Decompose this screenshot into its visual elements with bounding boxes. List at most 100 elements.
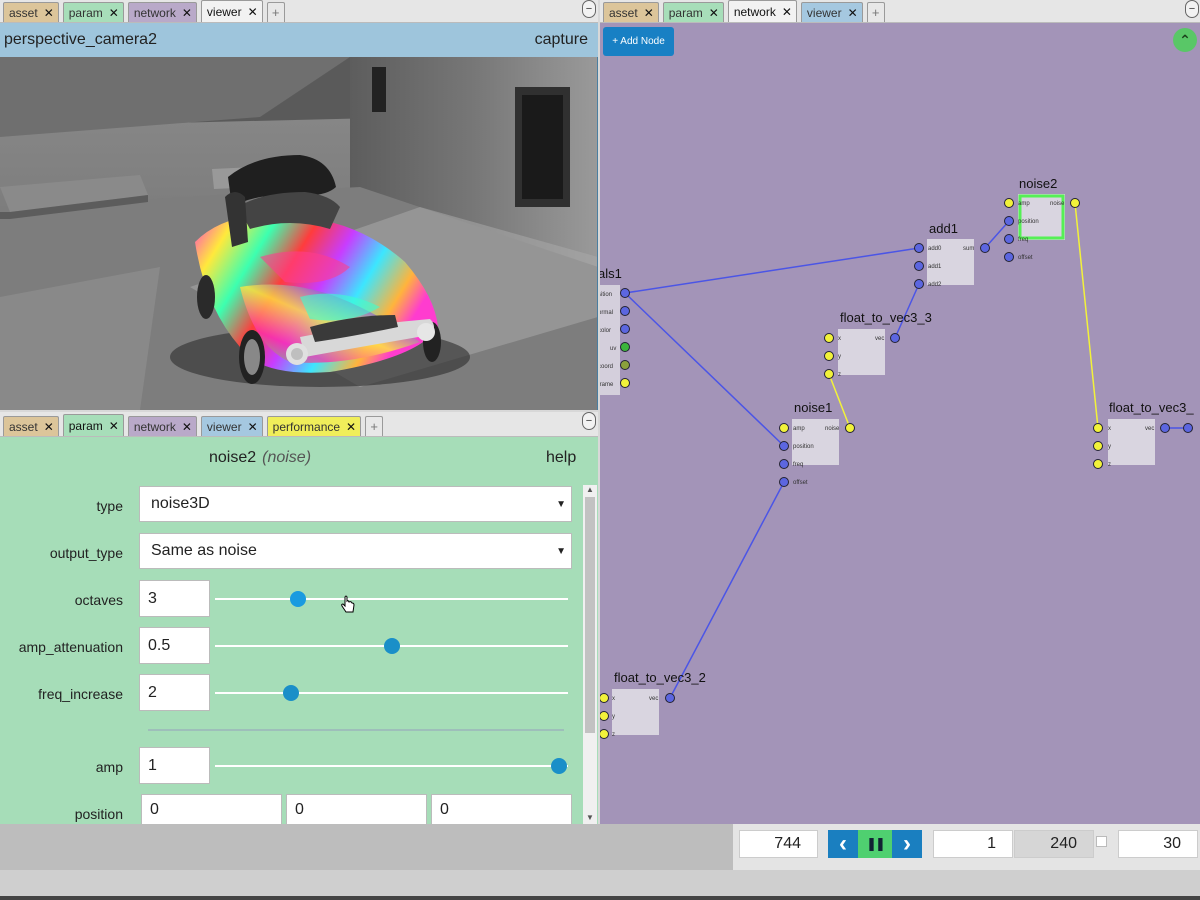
input-port[interactable]: [1093, 459, 1103, 469]
close-icon[interactable]: ✕: [109, 419, 119, 433]
freq-increase-input[interactable]: 2: [139, 674, 210, 711]
current-frame-input[interactable]: 744: [739, 830, 818, 858]
tab-network[interactable]: network ✕: [127, 416, 197, 436]
close-icon[interactable]: ✕: [248, 5, 258, 19]
input-port[interactable]: [779, 423, 789, 433]
node-float-to-vec3-2[interactable]: float_to_vec3_2 x y z vec: [600, 670, 706, 739]
output-port[interactable]: [620, 306, 630, 316]
input-port[interactable]: [824, 369, 834, 379]
scroll-up-icon[interactable]: ▲: [586, 485, 594, 494]
tab-asset[interactable]: asset ✕: [3, 416, 59, 436]
input-port[interactable]: [779, 459, 789, 469]
amp-slider-track[interactable]: [215, 758, 568, 774]
freq-increase-slider-track[interactable]: [215, 685, 568, 701]
tab-param[interactable]: param ✕: [62, 414, 124, 436]
output-port[interactable]: [845, 423, 855, 433]
end-frame-input[interactable]: 240: [1014, 830, 1094, 858]
fps-input[interactable]: 30: [1118, 830, 1198, 858]
input-port[interactable]: [779, 477, 789, 487]
output-port[interactable]: [890, 333, 900, 343]
position-z-input[interactable]: 0: [431, 794, 572, 824]
node-globals[interactable]: als1 sition ormal color uv coord frame: [600, 266, 630, 395]
output-port[interactable]: [620, 342, 630, 352]
close-icon[interactable]: ✕: [782, 5, 792, 19]
next-frame-button[interactable]: ›: [892, 830, 922, 858]
tab-viewer[interactable]: viewer ✕: [200, 416, 263, 436]
position-y-input[interactable]: 0: [286, 794, 427, 824]
input-port[interactable]: [600, 729, 609, 739]
input-port[interactable]: [824, 351, 834, 361]
node-noise1[interactable]: noise1 amp position freq offset noise: [779, 400, 855, 487]
scrollbar-thumb[interactable]: [585, 497, 595, 733]
close-icon[interactable]: ✕: [248, 420, 258, 434]
amp-slider-thumb[interactable]: [551, 758, 568, 774]
collapse-up-icon[interactable]: ⌃: [1173, 28, 1197, 52]
input-port[interactable]: [1093, 441, 1103, 451]
output-port[interactable]: [1160, 423, 1170, 433]
pause-button[interactable]: ❚❚: [858, 830, 892, 858]
close-icon[interactable]: ✕: [182, 6, 192, 20]
3d-viewport[interactable]: [0, 57, 598, 410]
output-port[interactable]: [620, 360, 630, 370]
output-type-select[interactable]: Same as noise ▼: [139, 533, 572, 569]
help-link[interactable]: help: [546, 449, 576, 467]
add-node-button[interactable]: + Add Node: [603, 27, 674, 56]
amp-attenuation-slider-thumb[interactable]: [383, 638, 400, 654]
tab-asset[interactable]: asset ✕: [3, 2, 59, 22]
input-port[interactable]: [1183, 423, 1193, 433]
tab-network[interactable]: network ✕: [727, 0, 797, 22]
input-port[interactable]: [1004, 252, 1014, 262]
input-port[interactable]: [1004, 198, 1014, 208]
freq-increase-slider-thumb[interactable]: [282, 685, 299, 701]
input-port[interactable]: [914, 243, 924, 253]
close-icon[interactable]: ✕: [644, 6, 654, 20]
node-add1[interactable]: add1 add0 add1 add2 sum: [914, 221, 990, 289]
close-icon[interactable]: ✕: [346, 420, 356, 434]
close-icon[interactable]: ✕: [44, 6, 54, 20]
output-port[interactable]: [620, 378, 630, 388]
node-network-canvas[interactable]: als1 sition ormal color uv coord frame a…: [600, 23, 1200, 824]
amp-attenuation-slider-track[interactable]: [215, 638, 568, 654]
tab-network[interactable]: network ✕: [127, 2, 197, 22]
scroll-down-icon[interactable]: ▼: [586, 813, 594, 822]
input-port[interactable]: [914, 261, 924, 271]
input-port[interactable]: [914, 279, 924, 289]
octaves-slider-thumb[interactable]: [289, 591, 306, 607]
prev-frame-button[interactable]: ‹: [828, 830, 858, 858]
input-port[interactable]: [600, 693, 609, 703]
input-port[interactable]: [1004, 234, 1014, 244]
tab-asset[interactable]: asset ✕: [603, 2, 659, 22]
output-port[interactable]: [1070, 198, 1080, 208]
loop-checkbox[interactable]: [1096, 836, 1107, 847]
capture-button[interactable]: capture: [535, 31, 588, 49]
octaves-slider-track[interactable]: [215, 591, 568, 607]
node-float-to-vec3-right[interactable]: float_to_vec3_ x y z vec: [1093, 400, 1195, 469]
close-icon[interactable]: ✕: [44, 420, 54, 434]
node-noise2[interactable]: noise2 amp position freq offset noise: [1004, 176, 1080, 262]
output-port[interactable]: [620, 288, 630, 298]
minimize-pane-button[interactable]: −: [582, 412, 596, 430]
minimize-pane-button[interactable]: −: [1185, 0, 1199, 18]
tab-performance[interactable]: performance ✕: [266, 416, 362, 436]
tab-viewer[interactable]: viewer ✕: [800, 2, 863, 22]
add-tab-button[interactable]: +: [866, 2, 885, 22]
position-x-input[interactable]: 0: [141, 794, 282, 824]
output-port[interactable]: [980, 243, 990, 253]
close-icon[interactable]: ✕: [182, 420, 192, 434]
param-scrollbar[interactable]: ▲ ▼: [583, 485, 597, 824]
output-port[interactable]: [620, 324, 630, 334]
close-icon[interactable]: ✕: [709, 6, 719, 20]
add-tab-button[interactable]: +: [266, 2, 285, 22]
tab-viewer[interactable]: viewer ✕: [200, 0, 263, 22]
input-port[interactable]: [1093, 423, 1103, 433]
type-select[interactable]: noise3D ▼: [139, 486, 572, 522]
node-float-to-vec3-3[interactable]: float_to_vec3_3 x y z vec: [824, 310, 932, 379]
output-port[interactable]: [665, 693, 675, 703]
close-icon[interactable]: ✕: [109, 6, 119, 20]
minimize-pane-button[interactable]: −: [582, 0, 596, 18]
input-port[interactable]: [1004, 216, 1014, 226]
input-port[interactable]: [824, 333, 834, 343]
octaves-input[interactable]: 3: [139, 580, 210, 617]
amp-attenuation-input[interactable]: 0.5: [139, 627, 210, 664]
start-frame-input[interactable]: 1: [933, 830, 1013, 858]
